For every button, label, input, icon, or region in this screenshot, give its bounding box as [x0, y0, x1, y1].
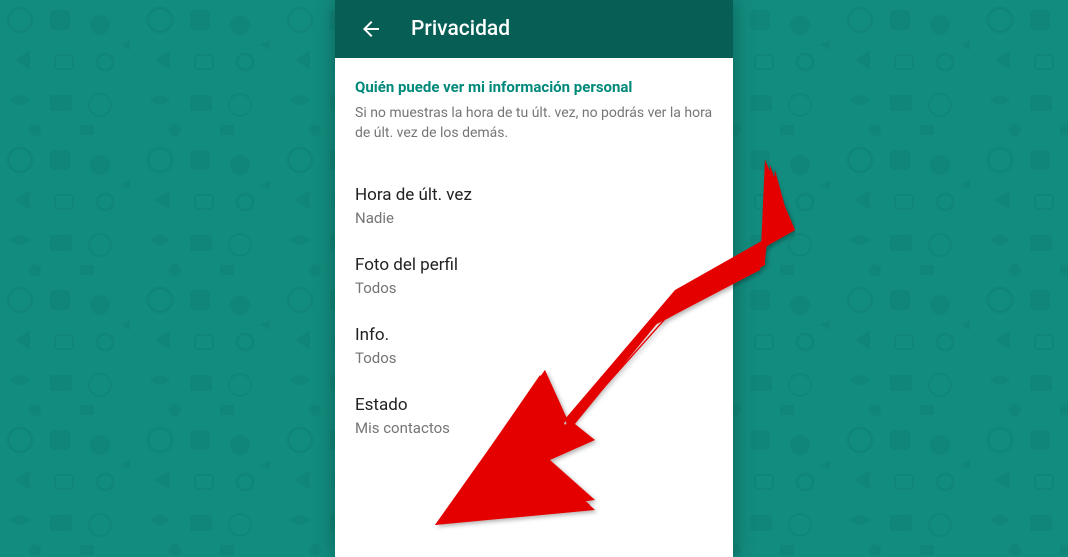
info-setting[interactable]: Info. Todos: [355, 311, 713, 381]
back-arrow-icon: [359, 17, 383, 41]
info-label: Info.: [355, 325, 713, 345]
section-description: Si no muestras la hora de tu últ. vez, n…: [355, 104, 713, 143]
settings-content: Quién puede ver mi información personal …: [335, 58, 733, 557]
section-heading: Quién puede ver mi información personal: [355, 78, 713, 96]
status-value: Mis contactos: [355, 419, 713, 437]
last-seen-value: Nadie: [355, 209, 713, 227]
last-seen-setting[interactable]: Hora de últ. vez Nadie: [355, 171, 713, 241]
back-button[interactable]: [351, 9, 391, 49]
last-seen-label: Hora de últ. vez: [355, 185, 713, 205]
profile-photo-value: Todos: [355, 279, 713, 297]
status-label: Estado: [355, 395, 713, 415]
status-setting[interactable]: Estado Mis contactos: [355, 381, 713, 451]
profile-photo-label: Foto del perfil: [355, 255, 713, 275]
phone-screen: Privacidad Quién puede ver mi informació…: [335, 0, 733, 557]
info-value: Todos: [355, 349, 713, 367]
profile-photo-setting[interactable]: Foto del perfil Todos: [355, 241, 713, 311]
page-title: Privacidad: [411, 17, 510, 41]
app-header: Privacidad: [335, 0, 733, 58]
